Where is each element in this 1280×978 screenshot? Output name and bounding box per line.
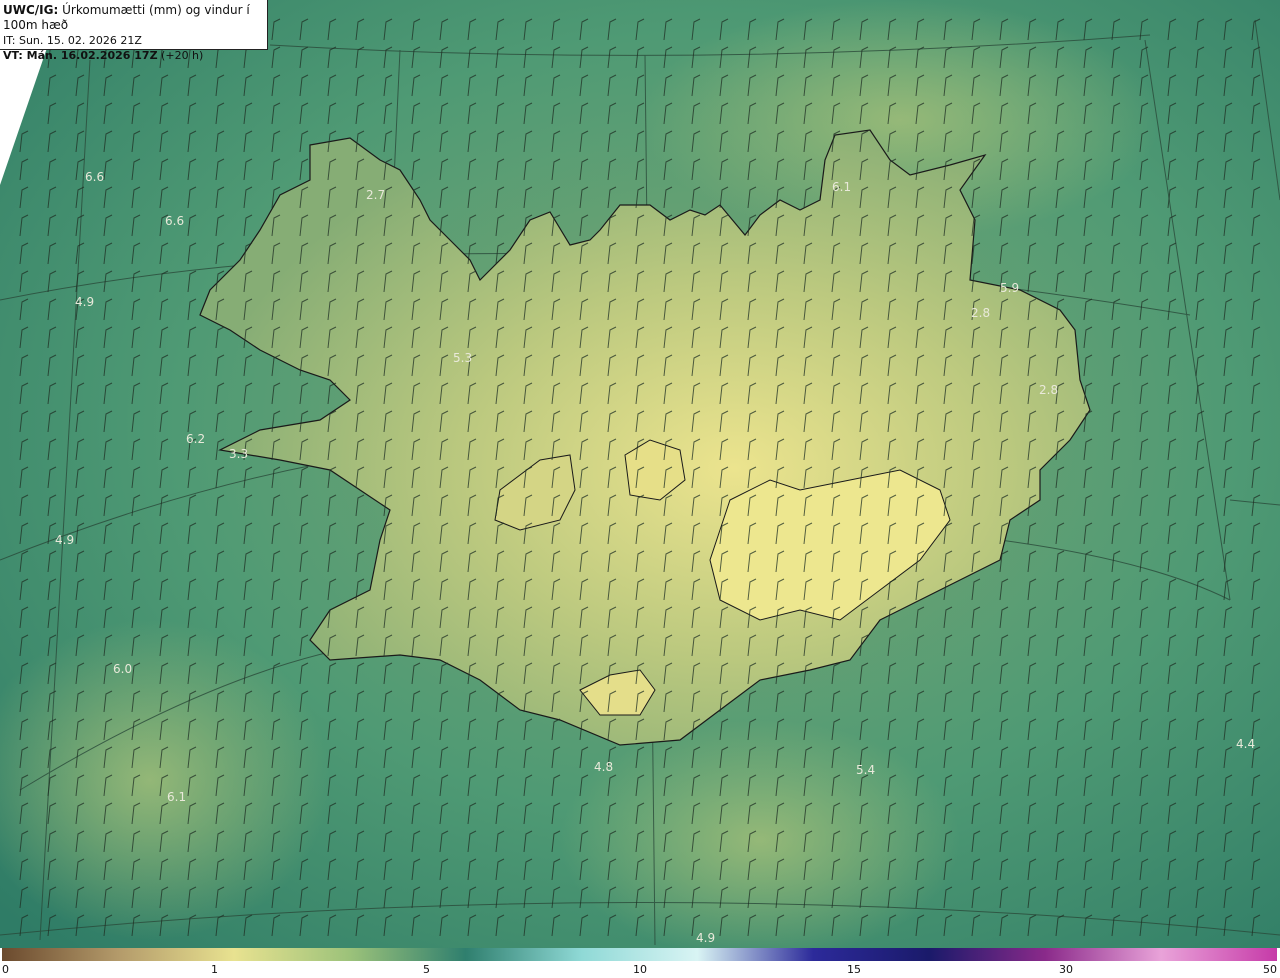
value-label: 6.2 [186,432,206,446]
value-label: 6.1 [832,180,852,194]
colorbar-tick: 15 [847,963,861,976]
colorbar: 0 1 5 10 15 30 50 [0,948,1280,978]
value-label: 6.1 [167,790,187,804]
precipitation-map-field [0,0,1280,948]
value-label: 4.8 [594,760,614,774]
value-label: 2.7 [366,188,386,202]
value-label: 4.4 [1236,737,1256,751]
colorbar-tick: 50 [1263,963,1277,976]
weather-map: 6.6 6.6 4.9 6.2 3.3 4.9 6.0 6.1 2.7 5.3 … [0,0,1280,978]
valid-time: VT: Mán. 16.02.2026 17Z (+20 h) [3,49,204,62]
value-label: 5.3 [453,351,473,365]
value-label: 3.3 [229,447,249,461]
colorbar-strip [2,948,1277,961]
value-label: 5.9 [1000,281,1020,295]
issue-time: IT: Sun. 15. 02. 2026 21Z [3,34,142,47]
map-title: UWC/IG: Úrkomumætti (mm) og vindur í 100… [3,3,250,32]
colorbar-tick: 5 [423,963,430,976]
value-label: 6.0 [113,662,133,676]
value-label: 2.8 [1039,383,1059,397]
value-label: 6.6 [85,170,105,184]
colorbar-tick: 10 [633,963,647,976]
map-info-box: UWC/IG: Úrkomumætti (mm) og vindur í 100… [0,0,268,62]
value-label: 4.9 [55,533,75,547]
colorbar-tick: 30 [1059,963,1073,976]
value-label: 5.4 [856,763,876,777]
colorbar-tick: 0 [2,963,9,976]
colorbar-tick: 1 [211,963,218,976]
value-label: 4.9 [696,931,716,945]
value-label: 2.8 [971,306,991,320]
value-label: 4.9 [75,295,95,309]
value-label: 6.6 [165,214,185,228]
